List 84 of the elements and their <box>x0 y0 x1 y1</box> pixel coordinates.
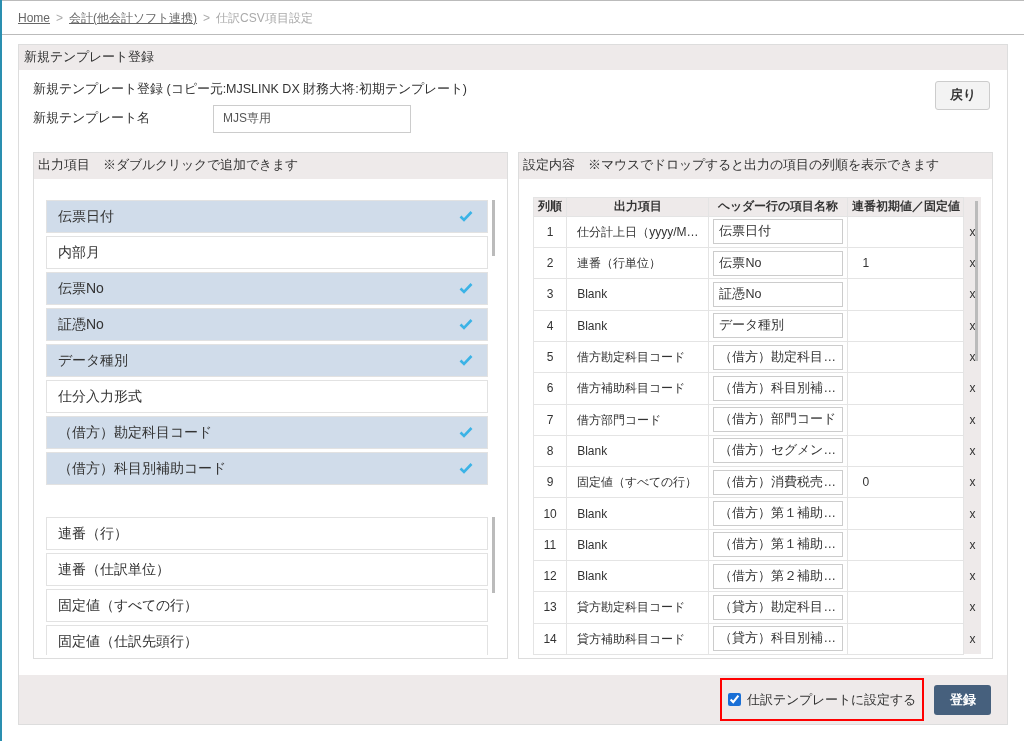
output-item[interactable]: 伝票日付 <box>46 199 488 233</box>
header-name-field[interactable]: （借方）科目別補… <box>713 375 844 401</box>
order-cell: 5 <box>533 341 567 373</box>
scrollbar[interactable] <box>492 199 495 256</box>
column-header: ヘッダー行の項目名称 <box>709 197 848 217</box>
check-icon <box>459 462 473 475</box>
order-cell: 2 <box>533 247 567 279</box>
column-header: 列順 <box>533 197 567 217</box>
check-icon <box>459 426 473 439</box>
template-checkbox[interactable]: 仕訳テンプレートに設定する <box>720 678 924 721</box>
header-name-field[interactable]: （借方）第１補助… <box>713 501 844 527</box>
output-item[interactable]: 伝票No <box>46 271 488 305</box>
output-item[interactable]: 固定値（仕訳先頭行） <box>46 624 488 655</box>
output-item[interactable]: 連番（仕訳単位） <box>46 552 488 586</box>
order-cell: 13 <box>533 591 567 624</box>
breadcrumb-current: 仕訳CSV項目設定 <box>216 9 313 27</box>
breadcrumb-separator: > <box>203 9 211 27</box>
scrollbar[interactable] <box>492 516 495 593</box>
checkbox[interactable] <box>728 693 741 706</box>
column-header: 出力項目 <box>566 197 709 217</box>
register-button[interactable]: 登録 <box>934 684 991 715</box>
template-name-field[interactable]: MJS専用 <box>213 104 411 133</box>
output-item-cell: Blank <box>566 278 709 311</box>
scrollbar[interactable] <box>975 200 978 361</box>
output-item-cell: 仕分計上日（yyyy/M… <box>566 216 709 248</box>
output-item[interactable]: （借方）勘定科目コード <box>46 415 488 449</box>
output-item[interactable]: データ種別 <box>46 343 488 377</box>
output-item-cell: Blank <box>566 529 709 561</box>
output-item[interactable]: （借方）科目別補助コード <box>46 451 488 485</box>
output-item[interactable]: 仕分入力形式 <box>46 379 488 413</box>
order-cell: 9 <box>533 466 567 498</box>
output-items-header: 出力項目 ※ダブルクリックで追加できます <box>34 152 507 179</box>
header-name-field[interactable]: 伝票日付 <box>713 219 844 245</box>
check-icon <box>459 354 473 367</box>
output-item-cell: 借方部門コード <box>566 404 709 436</box>
back-button[interactable]: 戻り <box>935 81 990 110</box>
order-cell: 7 <box>533 404 567 436</box>
output-item-cell: Blank <box>566 497 709 530</box>
column-header: 連番初期値／固定値 <box>848 197 964 217</box>
output-item-cell: 貸方補助科目コード <box>566 623 709 655</box>
header-name-field[interactable]: （借方）勘定科目… <box>713 344 844 370</box>
output-item[interactable]: 固定値（すべての行） <box>46 588 488 622</box>
order-cell: 8 <box>533 435 567 467</box>
output-item-cell: 借方勘定科目コード <box>566 341 709 373</box>
template-description: 新規テンプレート登録 (コピー元:MJSLINK DX 財務大将:初期テンプレート) <box>33 81 467 98</box>
header-name-field[interactable]: （借方）第１補助… <box>713 532 844 558</box>
output-item-cell: Blank <box>566 310 709 342</box>
initial-value: 0 <box>862 475 870 490</box>
header-name-field[interactable]: （借方）消費税売… <box>713 469 844 495</box>
order-cell: 3 <box>533 278 567 311</box>
output-item[interactable]: 証憑No <box>46 307 488 341</box>
breadcrumb-separator: > <box>56 9 64 27</box>
header-name-field[interactable]: 伝票No <box>713 250 844 276</box>
order-cell: 11 <box>533 529 567 561</box>
header-name-field[interactable]: （貸方）勘定科目… <box>713 594 844 620</box>
output-item-cell: 固定値（すべての行） <box>566 466 709 498</box>
settings-header: 設定内容 ※マウスでドロップすると出力の項目の列順を表示できます <box>519 152 992 179</box>
header-name-field[interactable]: （借方）セグメン… <box>713 438 844 464</box>
check-icon <box>459 210 473 223</box>
order-cell: 12 <box>533 560 567 592</box>
output-item-cell: 連番（行単位） <box>566 247 709 279</box>
output-item[interactable]: 内部月 <box>46 235 488 269</box>
output-item-cell: Blank <box>566 435 709 467</box>
header-name-field[interactable]: （借方）部門コード <box>713 407 844 433</box>
output-item[interactable]: 連番（行） <box>46 516 488 550</box>
order-cell: 14 <box>533 623 567 655</box>
order-cell: 1 <box>533 216 567 248</box>
order-cell: 4 <box>533 310 567 342</box>
output-item-cell: 借方補助科目コード <box>566 372 709 405</box>
order-cell: 6 <box>533 372 567 405</box>
breadcrumb-link[interactable]: Home <box>18 8 50 27</box>
header-name-field[interactable]: 証憑No <box>713 282 844 307</box>
panel-header: 新規テンプレート登録 <box>19 45 1007 70</box>
header-name-field[interactable]: （借方）第２補助… <box>713 563 844 589</box>
output-item-cell: 貸方勘定科目コード <box>566 591 709 624</box>
check-icon <box>459 318 473 331</box>
breadcrumb-link[interactable]: 会計(他会計ソフト連携) <box>69 8 198 27</box>
initial-value: 1 <box>862 256 870 271</box>
header-name-field[interactable]: （貸方）科目別補… <box>713 626 844 652</box>
header-name-field[interactable]: データ種別 <box>713 313 844 339</box>
template-name-label: 新規テンプレート名 <box>33 110 151 128</box>
check-icon <box>459 282 473 295</box>
order-cell: 10 <box>533 497 567 530</box>
output-item-cell: Blank <box>566 560 709 592</box>
